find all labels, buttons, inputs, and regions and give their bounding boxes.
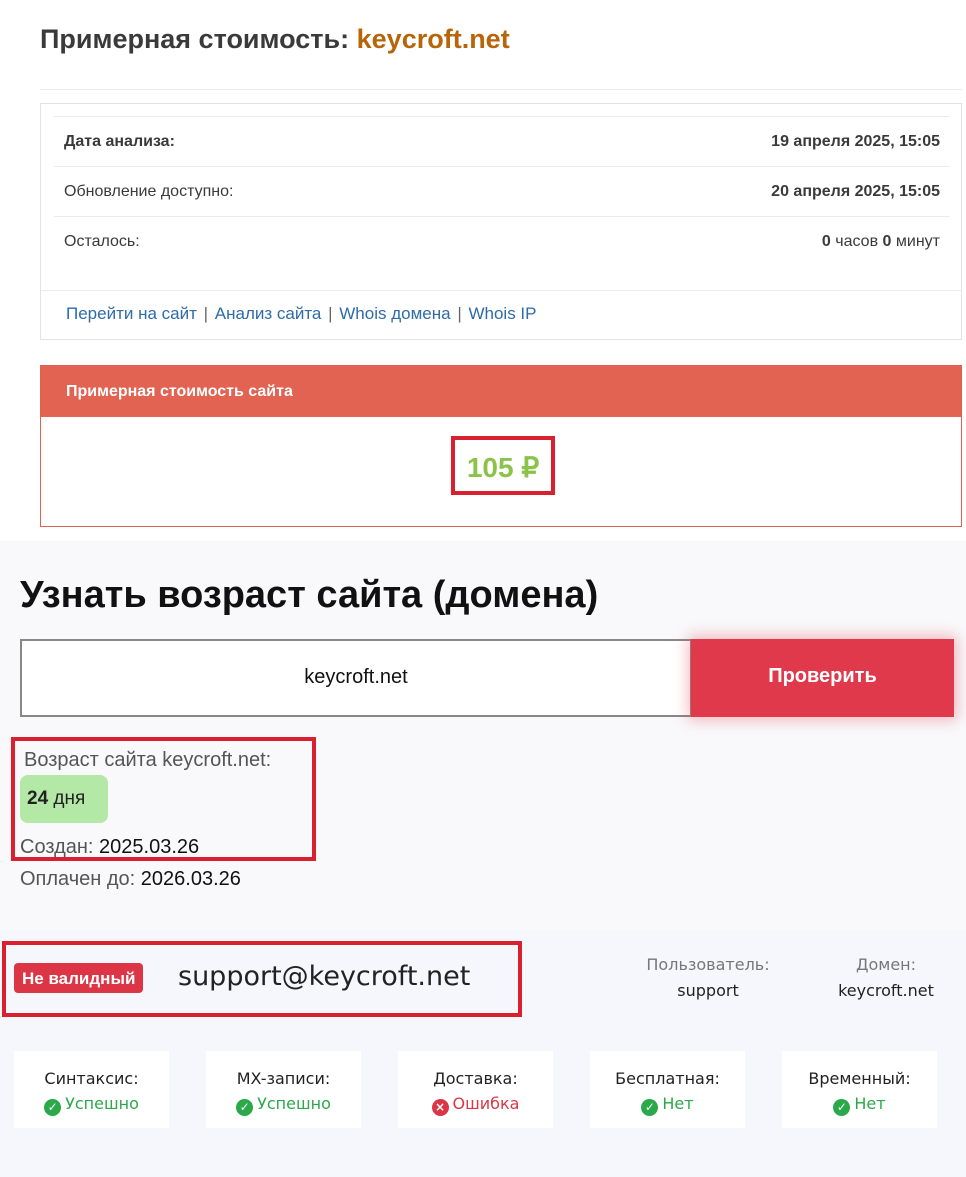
check-circle-icon: ✓ <box>44 1099 62 1116</box>
price-value: 105 ₽ <box>466 452 540 483</box>
check-free: Бесплатная: ✓ Нет <box>590 1051 745 1128</box>
domain-input[interactable]: keycroft.net <box>20 639 692 717</box>
page-title-prefix: Примерная стоимость: <box>40 24 350 54</box>
analysis-info-box: Дата анализа: 19 апреля 2025, 15:05 Обно… <box>40 103 962 340</box>
analysis-info-table: Дата анализа: 19 апреля 2025, 15:05 Обно… <box>54 116 950 266</box>
check-syntax: Синтаксис: ✓ Успешно <box>14 1051 169 1128</box>
link-site-analysis[interactable]: Анализ сайта <box>215 304 322 323</box>
domain-age-title: Узнать возраст сайта (домена) <box>20 574 599 616</box>
info-value: 20 апреля 2025, 15:05 <box>771 183 940 200</box>
check-circle-icon: ✓ <box>641 1099 659 1116</box>
link-go-to-site[interactable]: Перейти на сайт <box>66 304 197 323</box>
price-card-header: Примерная стоимость сайта <box>41 366 961 417</box>
price-card: Примерная стоимость сайта 105 ₽ <box>40 365 962 527</box>
age-result-highlight: Возраст сайта keycroft.net: 24 дня Созда… <box>11 737 316 861</box>
paid-until-date: Оплачен до: 2026.03.26 <box>20 868 241 890</box>
link-ip-whois[interactable]: Whois IP <box>468 304 536 323</box>
check-temporary: Временный: ✓ Нет <box>782 1051 937 1128</box>
info-label: Дата анализа: <box>64 133 175 150</box>
info-value: 19 апреля 2025, 15:05 <box>771 133 940 150</box>
check-circle-icon: ✓ <box>833 1099 851 1116</box>
link-domain-whois[interactable]: Whois домена <box>339 304 450 323</box>
check-delivery: Доставка: × Ошибка <box>398 1051 553 1128</box>
x-circle-icon: × <box>431 1099 449 1116</box>
age-badge: 24 дня <box>20 775 108 823</box>
email-address: support@keycroft.net <box>178 961 471 992</box>
info-row-update-available: Обновление доступно: 20 апреля 2025, 15:… <box>54 166 950 216</box>
email-check-section: Не валидный support@keycroft.net Пользов… <box>0 931 966 1177</box>
created-date: Создан: 2025.03.26 <box>20 836 200 858</box>
info-label: Обновление доступно: <box>64 183 234 200</box>
page-title: Примерная стоимость: keycroft.net <box>40 24 510 55</box>
divider <box>41 290 961 291</box>
page-title-domain: keycroft.net <box>356 24 510 54</box>
check-mx-records: MX-записи: ✓ Успешно <box>206 1051 361 1128</box>
check-circle-icon: ✓ <box>236 1099 254 1116</box>
invalid-badge: Не валидный <box>14 963 144 993</box>
divider <box>40 89 962 90</box>
price-highlight: 105 ₽ <box>451 436 555 495</box>
info-row-analysis-date: Дата анализа: 19 апреля 2025, 15:05 <box>54 116 950 166</box>
valuation-section: Примерная стоимость: keycroft.net Дата а… <box>0 0 966 541</box>
age-label: Возраст сайта keycroft.net: <box>24 749 272 771</box>
info-row-remaining: Осталось: 0 часов 0 минут <box>54 216 950 266</box>
remaining-time: 0 часов 0 минут <box>821 233 940 250</box>
domain-meta: Домен: keycroft.net <box>838 955 934 1000</box>
info-label: Осталось: <box>64 233 140 250</box>
user-meta: Пользователь: support <box>646 955 770 1000</box>
email-result-highlight: Не валидный support@keycroft.net <box>2 941 522 1017</box>
check-button[interactable]: Проверить <box>691 639 954 717</box>
domain-age-section: Узнать возраст сайта (домена) keycroft.n… <box>0 541 966 931</box>
site-links: Перейти на сайт | Анализ сайта | Whois д… <box>66 304 537 323</box>
